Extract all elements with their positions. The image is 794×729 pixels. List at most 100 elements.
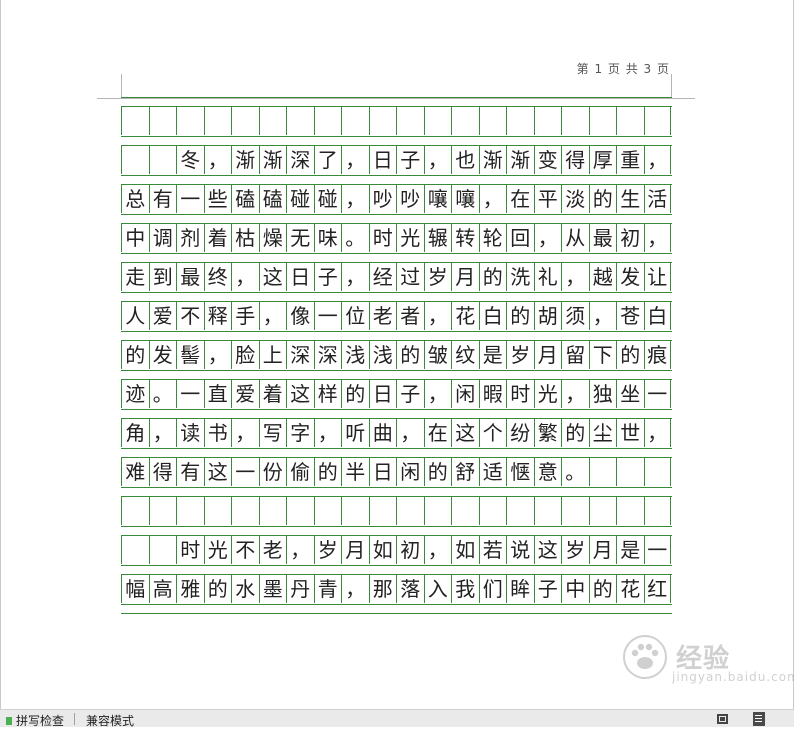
grid-cell: 白	[643, 301, 671, 330]
grid-cell: 磕	[258, 184, 287, 213]
grid-cell: 髻	[176, 340, 204, 369]
grid-cell: 初	[616, 223, 644, 252]
grid-cell: ，	[643, 223, 671, 252]
grid-cell: 调	[148, 223, 177, 252]
grid-cell: 总	[121, 184, 149, 213]
grid-cell: 最	[176, 262, 204, 291]
grid-cell: 冬	[176, 145, 204, 174]
grid-cell: 礼	[533, 262, 562, 291]
grid-cell: 经	[368, 262, 397, 291]
grid-cell: 落	[396, 574, 424, 603]
grid-cell: ，	[341, 262, 369, 291]
grid-cell: 闲	[396, 457, 424, 486]
grid-cell: 月	[451, 262, 479, 291]
grid-cell: 些	[203, 184, 232, 213]
grid-cell: 日	[286, 262, 314, 291]
grid-row: 中调剂着枯燥无味。时光辗转轮回，从最初，	[121, 223, 672, 252]
grid-cell: ，	[423, 379, 452, 408]
grid-cell	[258, 106, 287, 135]
grid-cell: ，	[341, 184, 369, 213]
grid-row: 角，读书，写字，听曲，在这个纷繁的尘世，	[121, 418, 672, 447]
grid-cell: 上	[258, 340, 287, 369]
grid-cell: 水	[231, 574, 259, 603]
grid-cell: 深	[313, 340, 342, 369]
grid-cell: ，	[341, 574, 369, 603]
grid-cell: 说	[506, 535, 534, 564]
grid-cell: 。	[148, 379, 177, 408]
grid-cell: 燥	[258, 223, 287, 252]
grid-cell: 枯	[231, 223, 259, 252]
grid-cell	[643, 457, 671, 486]
grid-cell: 尘	[588, 418, 617, 447]
window-left-border	[0, 0, 1, 709]
grid-cell: 生	[616, 184, 644, 213]
grid-cell: 适	[478, 457, 507, 486]
grid-cell: 的	[423, 457, 452, 486]
grid-cell: 淡	[561, 184, 589, 213]
grid-cell: ，	[478, 184, 507, 213]
grid-cell	[588, 457, 617, 486]
grid-cell: 苍	[616, 301, 644, 330]
grid-cell	[203, 496, 232, 525]
grid-cell: 花	[451, 301, 479, 330]
row-gutter	[121, 604, 672, 614]
page-view-icon[interactable]	[752, 712, 766, 726]
grid-cell: 青	[313, 574, 342, 603]
grid-cell: 中	[561, 574, 589, 603]
grid-cell: 偷	[286, 457, 314, 486]
grid-cell: ，	[643, 418, 671, 447]
grid-cell: 这	[203, 457, 232, 486]
grid-cell: 须	[561, 301, 589, 330]
grid-cell: 浅	[341, 340, 369, 369]
grid-cell	[203, 106, 232, 135]
grid-cell: 纹	[451, 340, 479, 369]
grid-cell: 活	[643, 184, 671, 213]
grid-cell	[148, 535, 177, 564]
grid-cell: 岁	[313, 535, 342, 564]
grid-cell: 幅	[121, 574, 149, 603]
grid-cell	[643, 106, 671, 135]
grid-cell: 入	[423, 574, 452, 603]
grid-cell	[313, 496, 342, 525]
grid-cell: 这	[258, 262, 287, 291]
grid-row: 冬，渐渐深了，日子，也渐渐变得厚重，	[121, 145, 672, 174]
grid-cell: 辗	[423, 223, 452, 252]
fit-window-icon[interactable]	[716, 712, 730, 726]
grid-cell: 世	[616, 418, 644, 447]
grid-cell: ，	[258, 301, 287, 330]
grid-cell: 繁	[533, 418, 562, 447]
grid-cell	[341, 106, 369, 135]
grid-cell: 那	[368, 574, 397, 603]
grid-cell: 月	[341, 535, 369, 564]
grid-cell: 一	[176, 379, 204, 408]
grid-cell: ，	[423, 301, 452, 330]
grid-cell	[616, 496, 644, 525]
grid-cell: 释	[203, 301, 232, 330]
grid-cell	[533, 106, 562, 135]
grid-cell: 越	[588, 262, 617, 291]
grid-cell: 位	[341, 301, 369, 330]
grid-cell: 迹	[121, 379, 149, 408]
grid-cell: 雅	[176, 574, 204, 603]
grid-cell: 一	[313, 301, 342, 330]
grid-cell: 暇	[478, 379, 507, 408]
grid-cell: 终	[203, 262, 232, 291]
grid-cell	[588, 106, 617, 135]
grid-cell: 渐	[478, 145, 507, 174]
grid-cell: 中	[121, 223, 149, 252]
grid-cell	[258, 496, 287, 525]
grid-cell: 渐	[506, 145, 534, 174]
grid-cell: 是	[616, 535, 644, 564]
grid-cell: 光	[533, 379, 562, 408]
grid-cell: 嚷	[451, 184, 479, 213]
grid-cell: 渐	[258, 145, 287, 174]
spell-check-button[interactable]: 拼写检查	[6, 712, 64, 729]
manuscript-grid[interactable]: 冬，渐渐深了，日子，也渐渐变得厚重，总有一些磕磕碰碰，吵吵嚷嚷，在平淡的生活中调…	[121, 97, 672, 709]
grid-cell: 手	[231, 301, 259, 330]
grid-cell	[121, 535, 149, 564]
grid-cell: 如	[451, 535, 479, 564]
grid-cell: 日	[368, 457, 397, 486]
grid-cell	[423, 496, 452, 525]
grid-cell: 走	[121, 262, 149, 291]
grid-cell: 胡	[533, 301, 562, 330]
